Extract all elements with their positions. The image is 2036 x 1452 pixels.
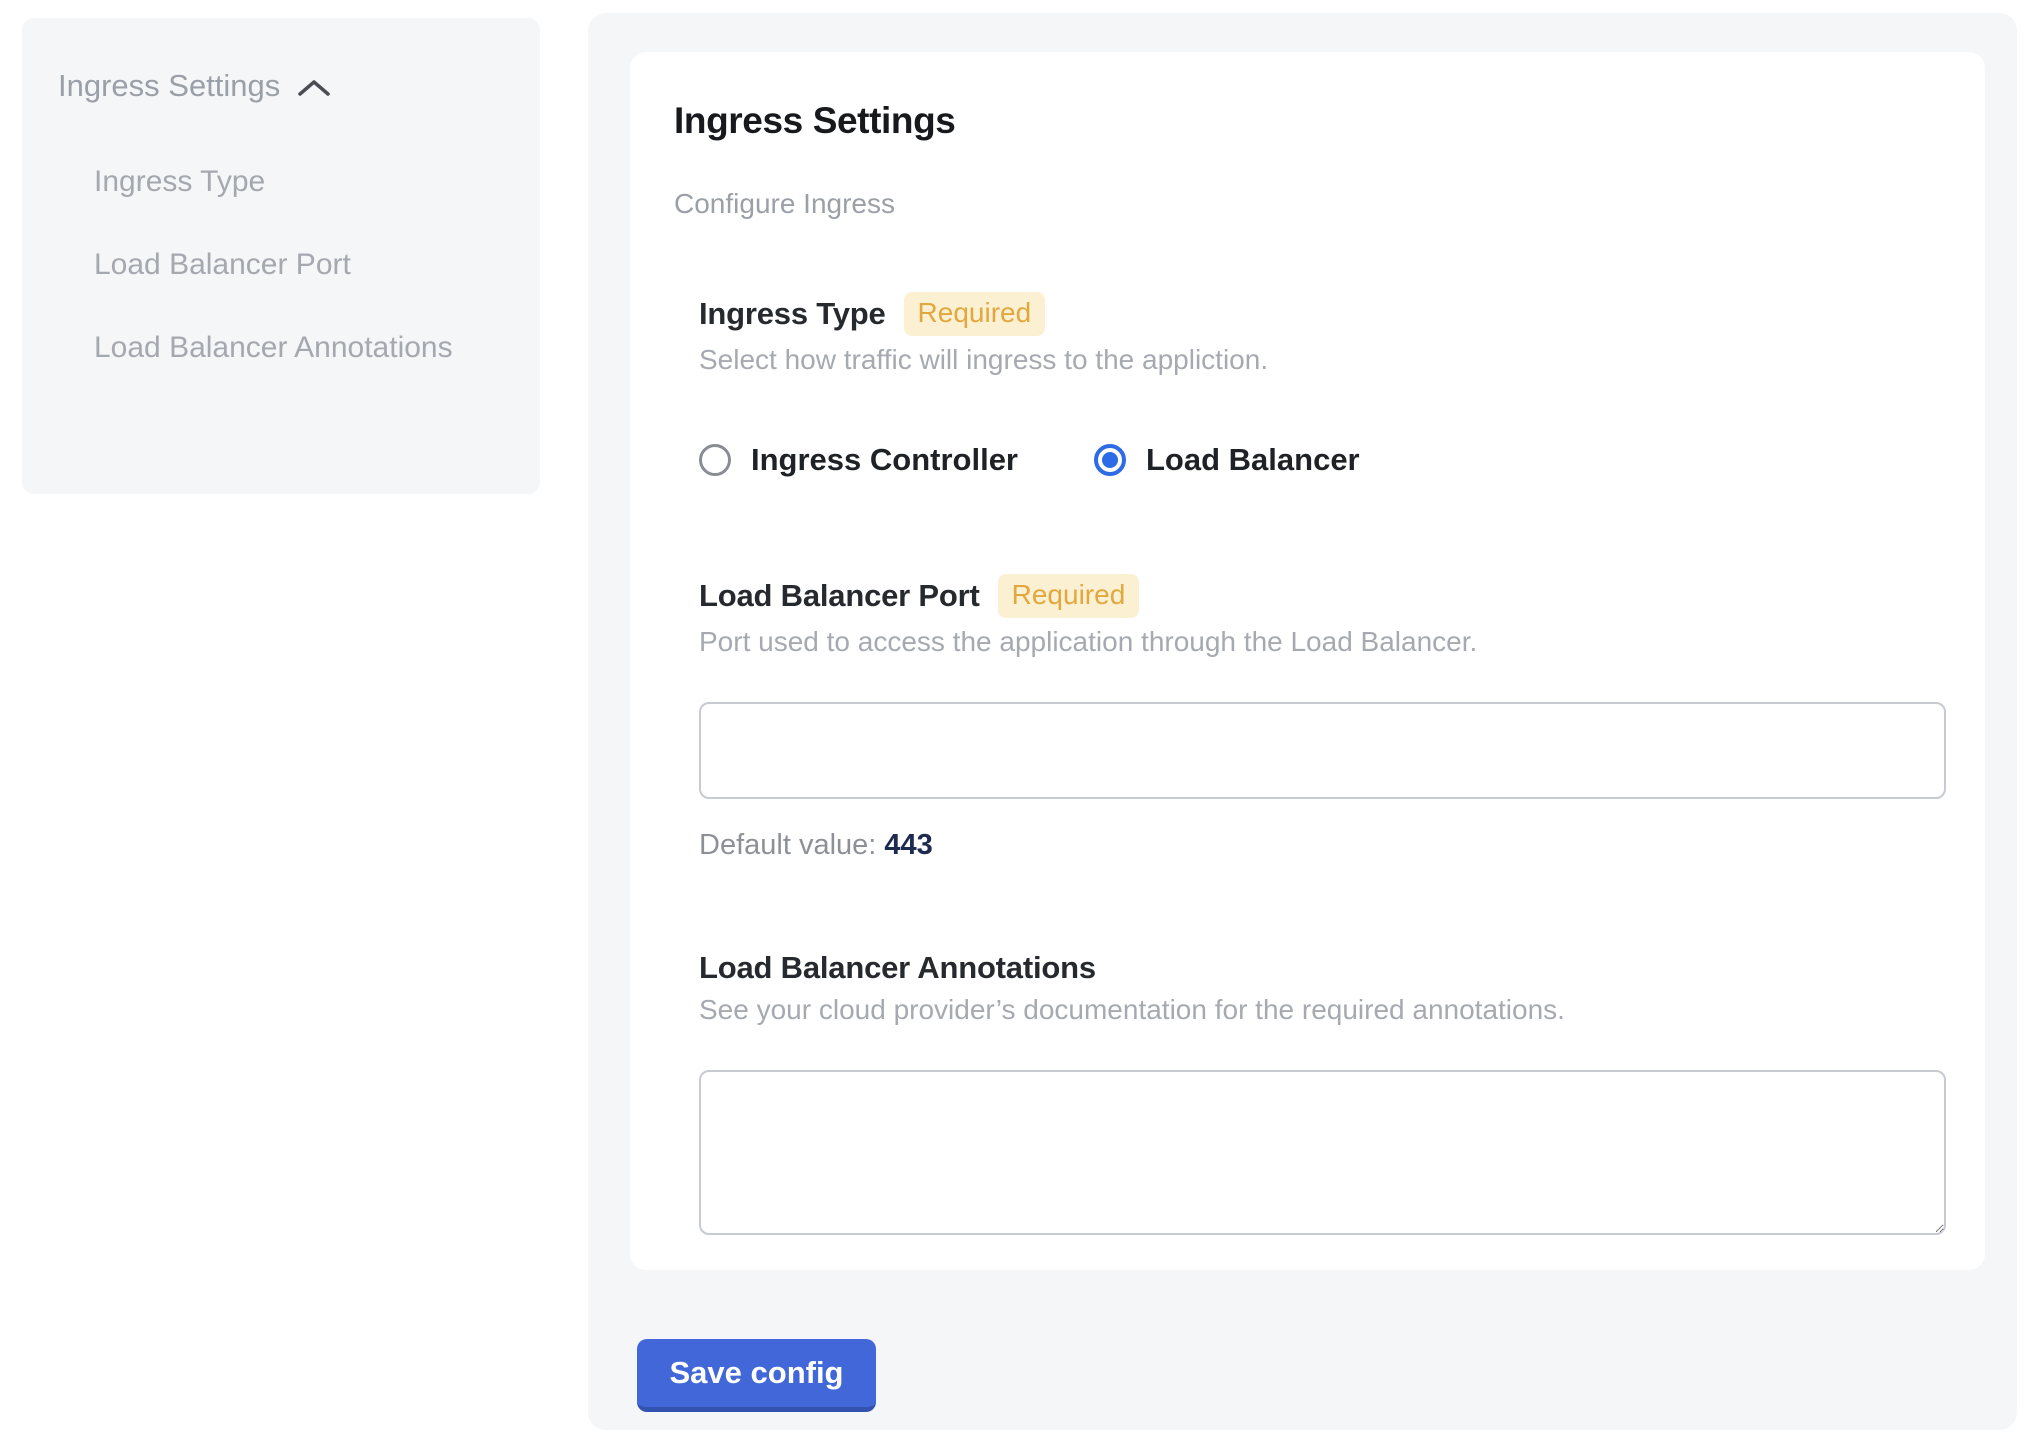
- radio-label-load-balancer: Load Balancer: [1146, 442, 1360, 478]
- settings-nav: Ingress Settings Ingress Type Load Balan…: [22, 18, 540, 494]
- page-subtitle: Configure Ingress: [674, 188, 1921, 220]
- load-balancer-annotations-textarea[interactable]: [699, 1070, 1946, 1235]
- field-desc-load-balancer-annotations: See your cloud provider’s documentation …: [699, 994, 1921, 1026]
- load-balancer-port-input[interactable]: [699, 702, 1946, 799]
- field-head-load-balancer-annotations: Load Balancer Annotations: [699, 950, 1921, 986]
- field-desc-ingress-type: Select how traffic will ingress to the a…: [699, 344, 1921, 376]
- chevron-up-icon: [296, 78, 332, 98]
- save-config-button[interactable]: Save config: [637, 1339, 876, 1412]
- field-label-ingress-type: Ingress Type: [699, 296, 886, 332]
- required-badge: Required: [998, 574, 1140, 618]
- radio-ingress-controller[interactable]: [699, 444, 731, 476]
- nav-section-label: Ingress Settings: [58, 68, 280, 104]
- field-head-ingress-type: Ingress Type Required: [699, 292, 1921, 336]
- radio-label-ingress-controller: Ingress Controller: [751, 442, 1018, 478]
- form-fields: Ingress Type Required Select how traffic…: [699, 292, 1921, 1235]
- required-badge: Required: [904, 292, 1046, 336]
- nav-list: Ingress Type Load Balancer Port Load Bal…: [94, 128, 454, 377]
- field-ingress-type: Ingress Type Required Select how traffic…: [699, 292, 1921, 478]
- nav-section-ingress-settings[interactable]: Ingress Settings: [58, 68, 510, 104]
- radio-load-balancer-selected[interactable]: [1094, 444, 1126, 476]
- nav-item-load-balancer-port[interactable]: Load Balancer Port: [94, 235, 454, 294]
- page-title: Ingress Settings: [674, 100, 1921, 142]
- radio-option-ingress-controller[interactable]: Ingress Controller: [699, 442, 1018, 478]
- field-label-load-balancer-annotations: Load Balancer Annotations: [699, 950, 1096, 986]
- field-desc-load-balancer-port: Port used to access the application thro…: [699, 626, 1921, 658]
- field-load-balancer-port: Load Balancer Port Required Port used to…: [699, 574, 1921, 862]
- main-panel: Ingress Settings Configure Ingress Ingre…: [588, 13, 2017, 1430]
- field-head-load-balancer-port: Load Balancer Port Required: [699, 574, 1921, 618]
- nav-item-ingress-type[interactable]: Ingress Type: [94, 152, 454, 211]
- radio-option-load-balancer[interactable]: Load Balancer: [1094, 442, 1360, 478]
- nav-item-load-balancer-annotations[interactable]: Load Balancer Annotations: [94, 318, 454, 377]
- field-load-balancer-annotations: Load Balancer Annotations See your cloud…: [699, 950, 1921, 1235]
- default-value: 443: [884, 829, 932, 861]
- default-value-label: Default value:: [699, 829, 876, 861]
- field-label-load-balancer-port: Load Balancer Port: [699, 578, 980, 614]
- ingress-type-radio-group: Ingress Controller Load Balancer: [699, 442, 1921, 478]
- ingress-settings-card: Ingress Settings Configure Ingress Ingre…: [630, 52, 1985, 1270]
- default-value-hint: Default value:443: [699, 829, 1921, 862]
